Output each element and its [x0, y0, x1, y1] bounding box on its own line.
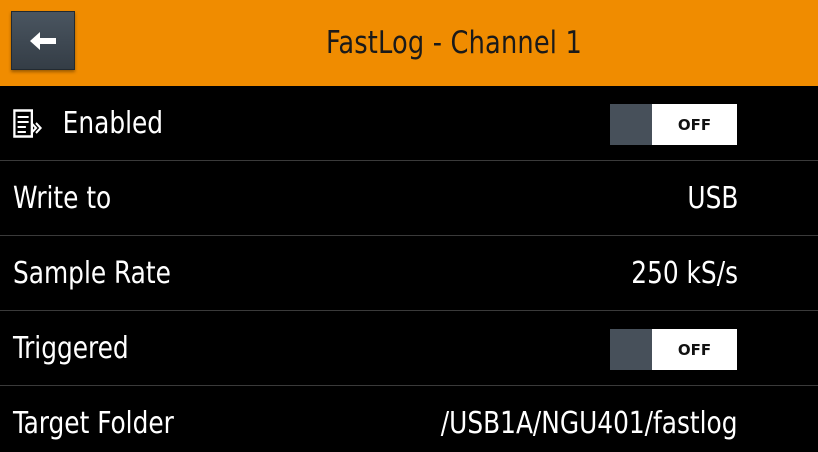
- row-sample-rate-value: 250 kS/s: [631, 256, 738, 291]
- arrow-left-icon: [30, 31, 56, 50]
- page-title: FastLog - Channel 1: [326, 25, 582, 61]
- row-write-to[interactable]: Write to USB: [0, 161, 818, 236]
- row-triggered-label: Triggered: [13, 331, 129, 366]
- row-sample-rate[interactable]: Sample Rate 250 kS/s: [0, 236, 818, 311]
- row-enabled-label-wrap: Enabled: [13, 86, 163, 161]
- fastlog-screen: FastLog - Channel 1 Enabled OFF Write to…: [0, 0, 818, 452]
- toggle-knob: [610, 104, 652, 145]
- log-list-icon: [13, 108, 44, 139]
- row-write-to-value: USB: [687, 181, 738, 216]
- row-enabled-label: Enabled: [62, 106, 164, 141]
- back-button[interactable]: [11, 11, 75, 70]
- triggered-toggle[interactable]: OFF: [610, 329, 737, 370]
- row-target-folder[interactable]: Target Folder /USB1A/NGU401/fastlog: [0, 386, 818, 452]
- toggle-knob: [610, 329, 652, 370]
- toggle-state: OFF: [652, 329, 737, 370]
- row-target-folder-value: /USB1A/NGU401/fastlog: [441, 406, 738, 441]
- row-sample-rate-label: Sample Rate: [13, 256, 171, 291]
- row-target-folder-label: Target Folder: [13, 406, 174, 441]
- row-triggered[interactable]: Triggered OFF: [0, 311, 818, 386]
- toggle-state: OFF: [652, 104, 737, 145]
- row-enabled[interactable]: Enabled OFF: [0, 86, 818, 161]
- title-bar: FastLog - Channel 1: [0, 0, 818, 86]
- row-write-to-label: Write to: [13, 181, 112, 216]
- enabled-toggle[interactable]: OFF: [610, 104, 737, 145]
